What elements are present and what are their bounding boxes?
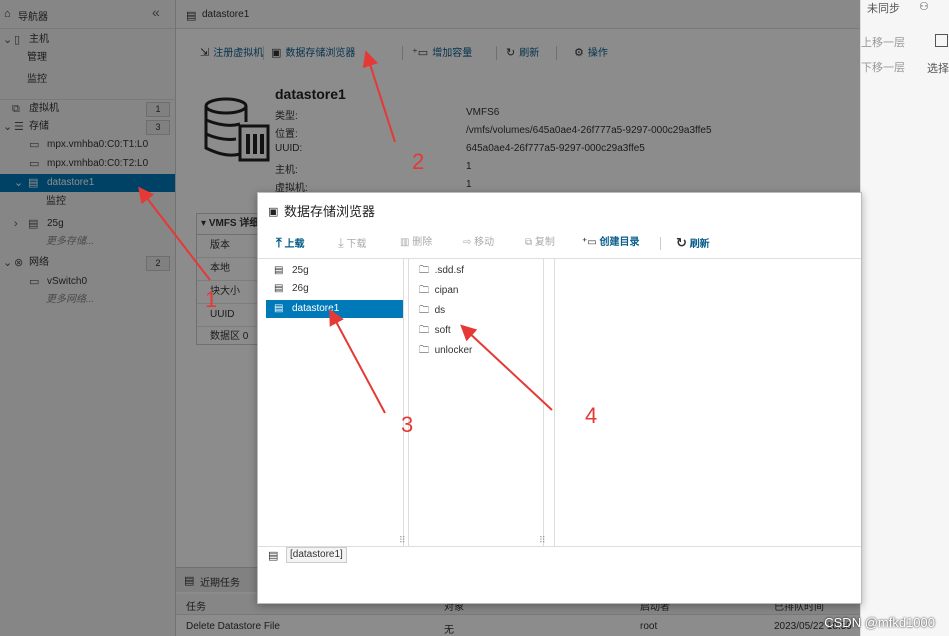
annotation-label-3: 3 bbox=[401, 412, 414, 437]
annotation-label-1: 1 bbox=[205, 287, 218, 312]
annotation-label-2: 2 bbox=[412, 149, 425, 174]
annotation-arrow-3 bbox=[329, 308, 386, 414]
annotation-arrows bbox=[138, 50, 553, 414]
annotation-arrow-1 bbox=[138, 186, 211, 281]
annotation-label-4: 4 bbox=[585, 403, 598, 428]
annotation-arrow-2 bbox=[362, 50, 396, 143]
watermark: CSDN @mfkd1000 bbox=[824, 615, 935, 630]
annotation-arrow-4 bbox=[460, 324, 553, 411]
